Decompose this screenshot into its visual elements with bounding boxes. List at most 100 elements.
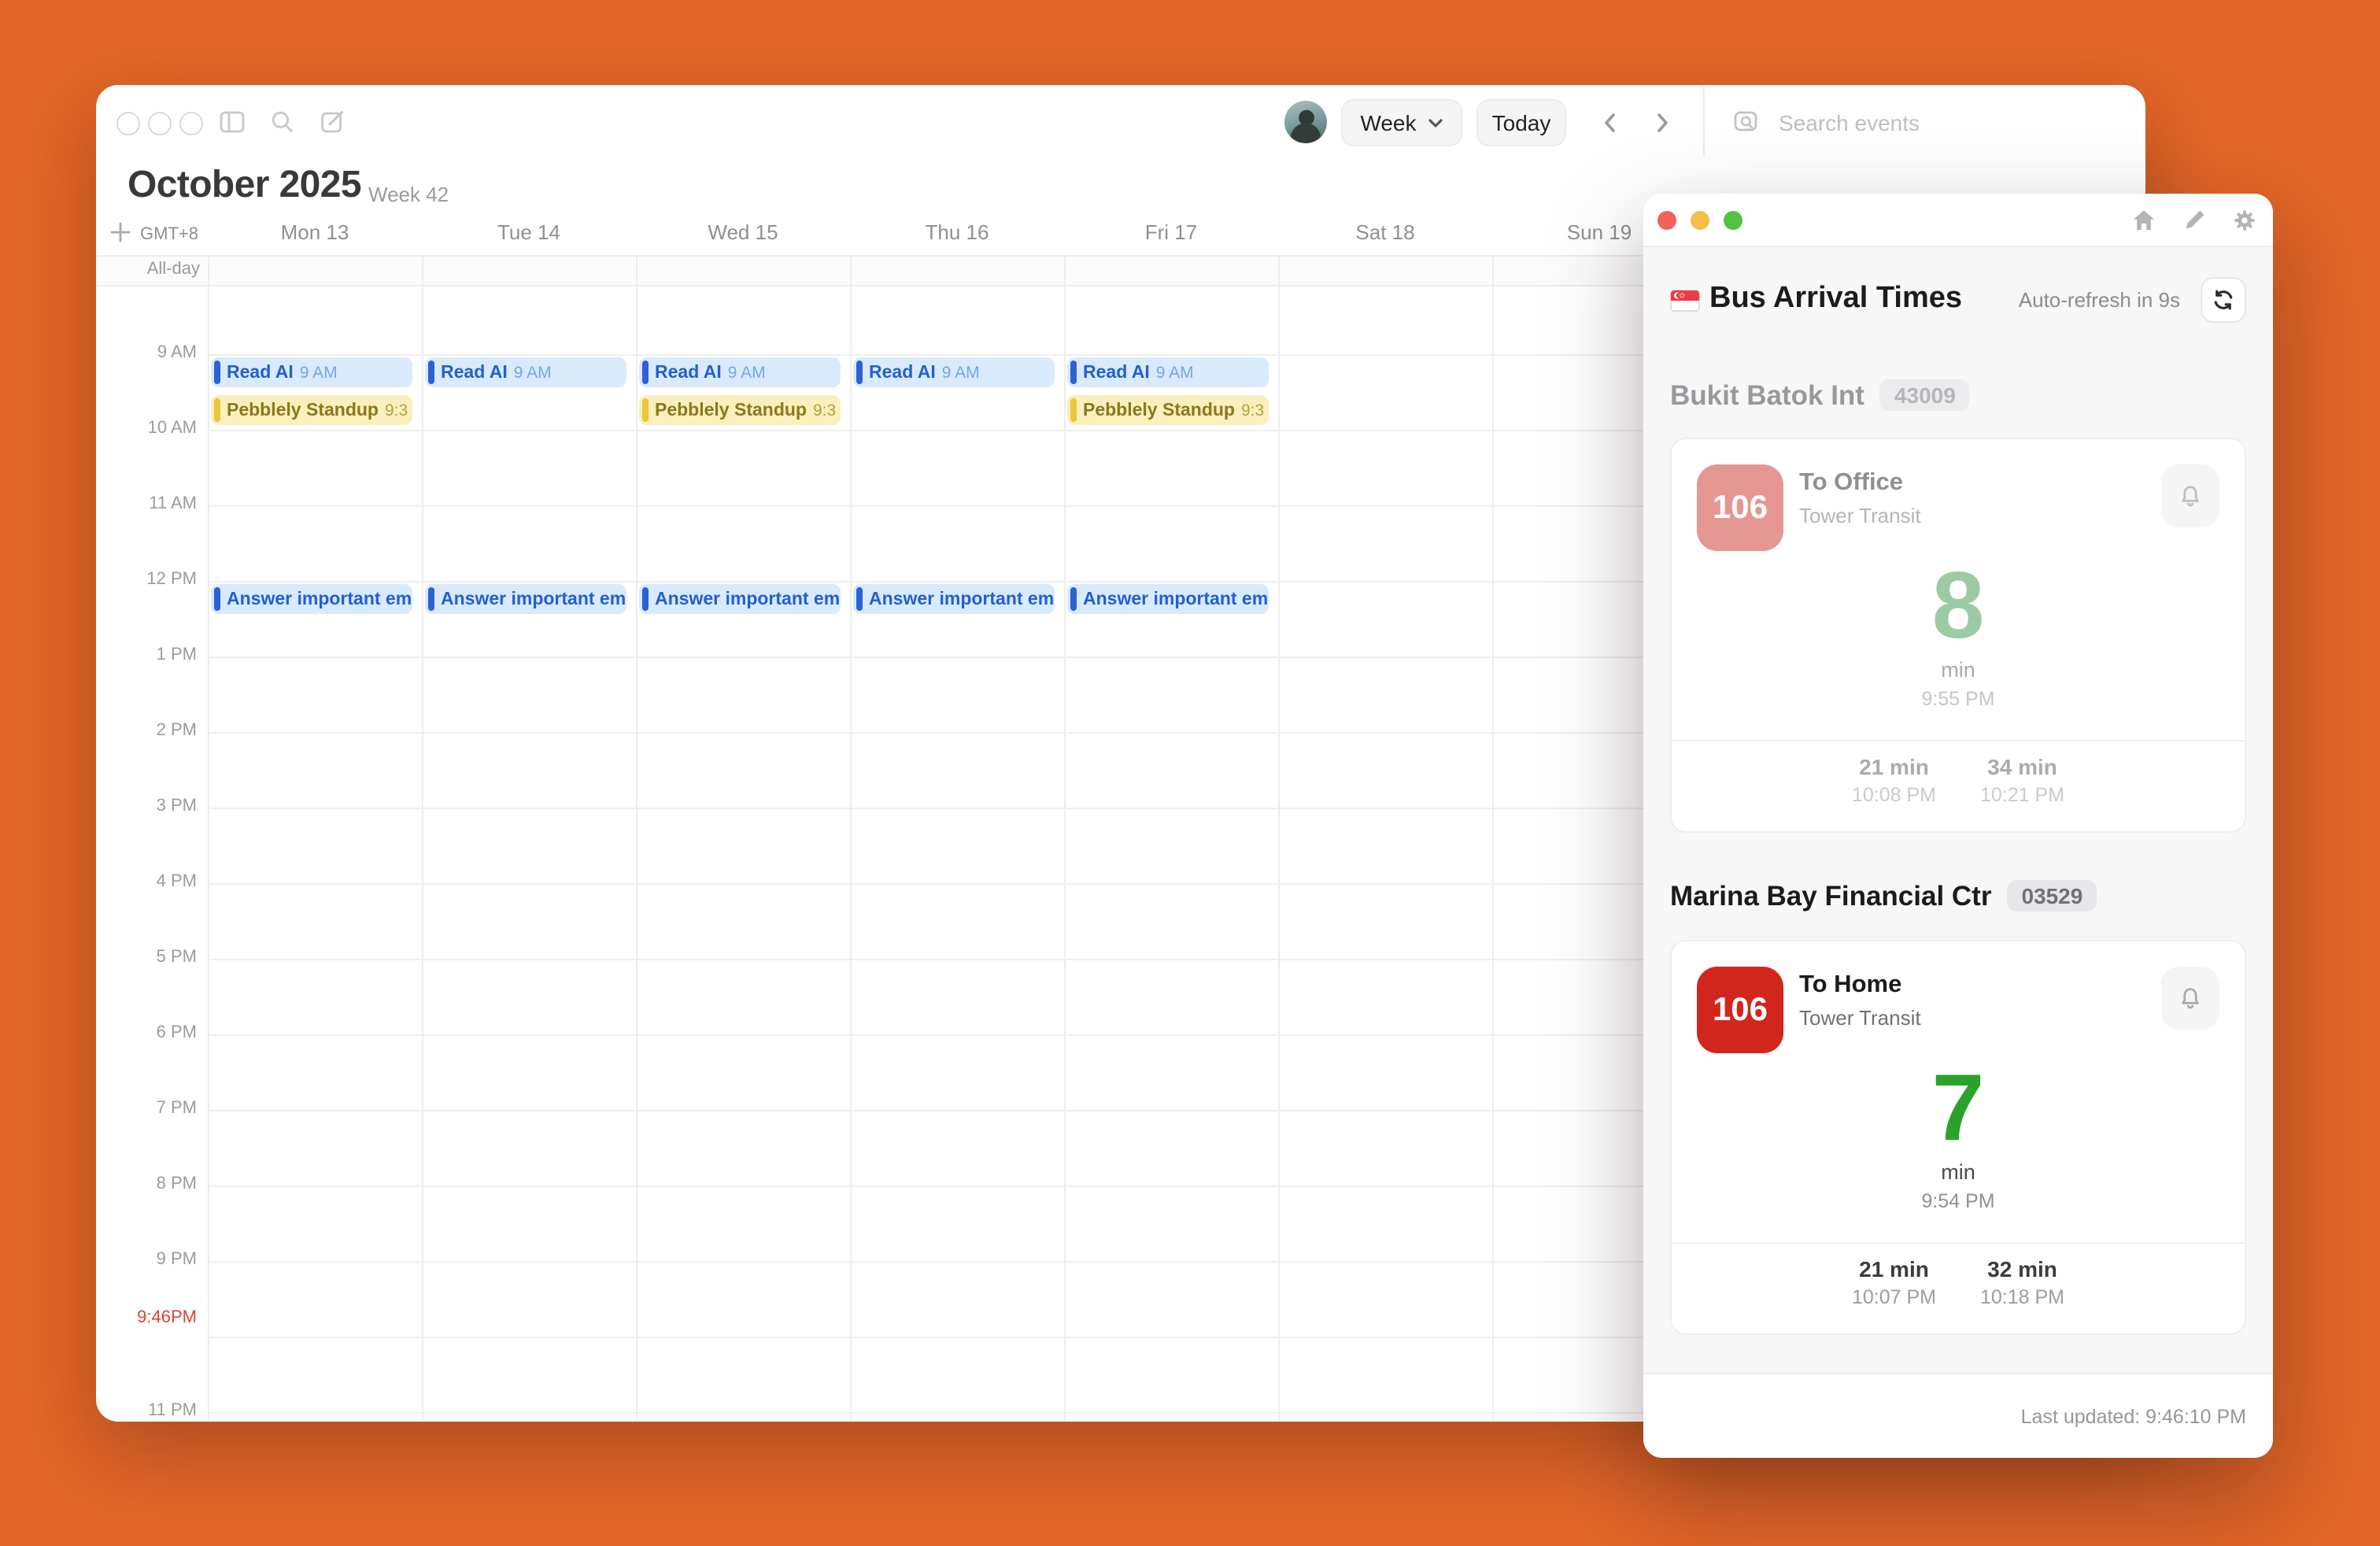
today-button-label: Today [1492, 110, 1551, 135]
window-minimize-button[interactable] [148, 112, 172, 135]
refresh-button[interactable] [2201, 277, 2246, 323]
event-pill[interactable]: Read AI9 AM [853, 357, 1055, 387]
bus-destination: To Home [1799, 971, 1901, 1000]
today-button[interactable]: Today [1476, 99, 1566, 146]
hour-label: 1 PM [96, 645, 197, 664]
bus-arrival-card[interactable]: 106 To Office Tower Transit 8 min 9:55 P… [1670, 438, 2246, 833]
widget-close-button[interactable] [1658, 211, 1676, 230]
hour-label: 11 AM [96, 494, 197, 513]
last-updated-label: Last updated: 9:46:10 PM [2021, 1405, 2246, 1427]
event-pill[interactable]: Read AI9 AM [1067, 357, 1269, 387]
day-header[interactable]: Fri 17 [1064, 217, 1278, 249]
bus-widget-titlebar [1643, 194, 2273, 247]
event-pill[interactable]: Pebblely Standup9:3 [639, 395, 841, 425]
next-arrival-minutes: 8 [1672, 559, 2245, 653]
event-title: Read AI [227, 363, 294, 382]
bell-icon [2177, 483, 2204, 509]
event-pill[interactable]: Answer important em [211, 584, 412, 614]
later-arrival-minutes: 32 min [1980, 1255, 2064, 1285]
month-title: October 2025 [128, 164, 361, 208]
week-number-label: Week 42 [368, 183, 449, 206]
hour-label: 12 PM [96, 570, 197, 589]
event-time: 9:3 [1241, 401, 1264, 420]
next-arrival-time: 9:55 PM [1672, 688, 2245, 710]
event-pill[interactable]: Read AI9 AM [425, 357, 626, 387]
hour-label: 5 PM [96, 948, 197, 967]
toolbar-divider [1703, 87, 1705, 156]
bus-widget-header: Bus Arrival Times Auto-refresh in 9s [1670, 277, 2246, 324]
notification-bell-button[interactable] [2161, 464, 2219, 527]
window-zoom-button[interactable] [179, 112, 203, 135]
autorefresh-countdown: Auto-refresh in 9s [2019, 288, 2180, 312]
event-pill[interactable]: Answer important em [425, 584, 626, 614]
day-header[interactable]: Thu 16 [850, 217, 1064, 249]
edit-pencil-icon[interactable] [2182, 208, 2207, 233]
later-arrivals-row: 21 min 10:07 PM 32 min 10:18 PM [1672, 1255, 2245, 1311]
stop-heading: Bukit Batok Int 43009 [1670, 376, 2246, 414]
event-pill[interactable]: Read AI9 AM [639, 357, 841, 387]
later-arrival: 21 min 10:07 PM [1852, 1255, 1936, 1311]
later-arrival: 34 min 10:21 PM [1980, 753, 2064, 809]
event-title: Answer important em [227, 590, 412, 608]
event-color-bar [1070, 398, 1077, 422]
bus-arrival-card[interactable]: 106 To Home Tower Transit 7 min 9:54 PM … [1670, 940, 2246, 1335]
event-title: Read AI [441, 363, 508, 382]
stop-code-badge: 03529 [2007, 880, 2097, 912]
bus-service-badge: 106 [1697, 464, 1783, 551]
bus-operator: Tower Transit [1799, 504, 1921, 527]
compose-event-icon[interactable] [320, 109, 346, 135]
day-header[interactable]: Tue 14 [422, 217, 636, 249]
later-arrival-minutes: 34 min [1980, 753, 2064, 782]
hour-label: 9 PM [96, 1250, 197, 1269]
widget-zoom-button[interactable] [1724, 211, 1743, 230]
event-pill[interactable]: Answer important em [853, 584, 1055, 614]
add-timezone-icon[interactable] [110, 222, 131, 242]
bus-widget-window: Bus Arrival Times Auto-refresh in 9s Buk… [1643, 194, 2273, 1458]
user-avatar[interactable] [1284, 101, 1327, 143]
stop-heading: Marina Bay Financial Ctr 03529 [1670, 877, 2246, 915]
event-color-bar [214, 587, 220, 611]
search-icon[interactable] [269, 109, 296, 135]
singapore-flag-icon [1670, 290, 1700, 312]
refresh-icon [2212, 288, 2235, 312]
event-pill[interactable]: Answer important em [639, 584, 841, 614]
event-pill[interactable]: Answer important em [1067, 584, 1269, 614]
event-title: Answer important em [655, 590, 840, 608]
later-arrival-time: 10:21 PM [1980, 782, 2064, 809]
day-header[interactable]: Wed 15 [636, 217, 850, 249]
notification-bell-button[interactable] [2161, 967, 2219, 1030]
window-close-button[interactable] [116, 112, 140, 135]
sidebar-toggle-icon[interactable] [219, 109, 246, 135]
event-color-bar [1070, 361, 1077, 384]
event-pill[interactable]: Pebblely Standup9:3 [1067, 395, 1269, 425]
day-header[interactable]: Sat 18 [1278, 217, 1492, 249]
event-pill[interactable]: Read AI9 AM [211, 357, 412, 387]
view-selector-label: Week [1360, 110, 1416, 135]
settings-gear-icon[interactable] [2232, 208, 2257, 233]
day-header[interactable]: Mon 13 [208, 217, 422, 249]
event-color-bar [856, 361, 863, 384]
event-time: 9:3 [385, 401, 408, 420]
widget-minimize-button[interactable] [1691, 211, 1709, 230]
hour-label: 4 PM [96, 872, 197, 891]
next-week-icon[interactable] [1650, 110, 1675, 135]
later-arrivals-row: 21 min 10:08 PM 34 min 10:21 PM [1672, 753, 2245, 809]
bus-operator: Tower Transit [1799, 1006, 1921, 1030]
bell-icon [2177, 985, 2204, 1012]
hour-label: 8 PM [96, 1174, 197, 1193]
later-arrival: 21 min 10:08 PM [1852, 753, 1936, 809]
event-pill[interactable]: Pebblely Standup9:3 [211, 395, 412, 425]
event-title: Read AI [1083, 363, 1150, 382]
view-selector-button[interactable]: Week [1341, 99, 1462, 146]
later-arrival: 32 min 10:18 PM [1980, 1255, 2064, 1311]
previous-week-icon[interactable] [1598, 110, 1623, 135]
hour-label: 3 PM [96, 797, 197, 816]
stop-name: Marina Bay Financial Ctr [1670, 879, 1991, 912]
search-events-field[interactable] [1733, 104, 2127, 142]
event-title: Answer important em [1083, 590, 1268, 608]
event-color-bar [214, 361, 220, 384]
hour-label: 9 AM [96, 343, 197, 362]
search-events-input[interactable] [1776, 109, 2097, 137]
home-icon[interactable] [2131, 208, 2156, 233]
bus-widget-title: Bus Arrival Times [1709, 282, 1962, 316]
